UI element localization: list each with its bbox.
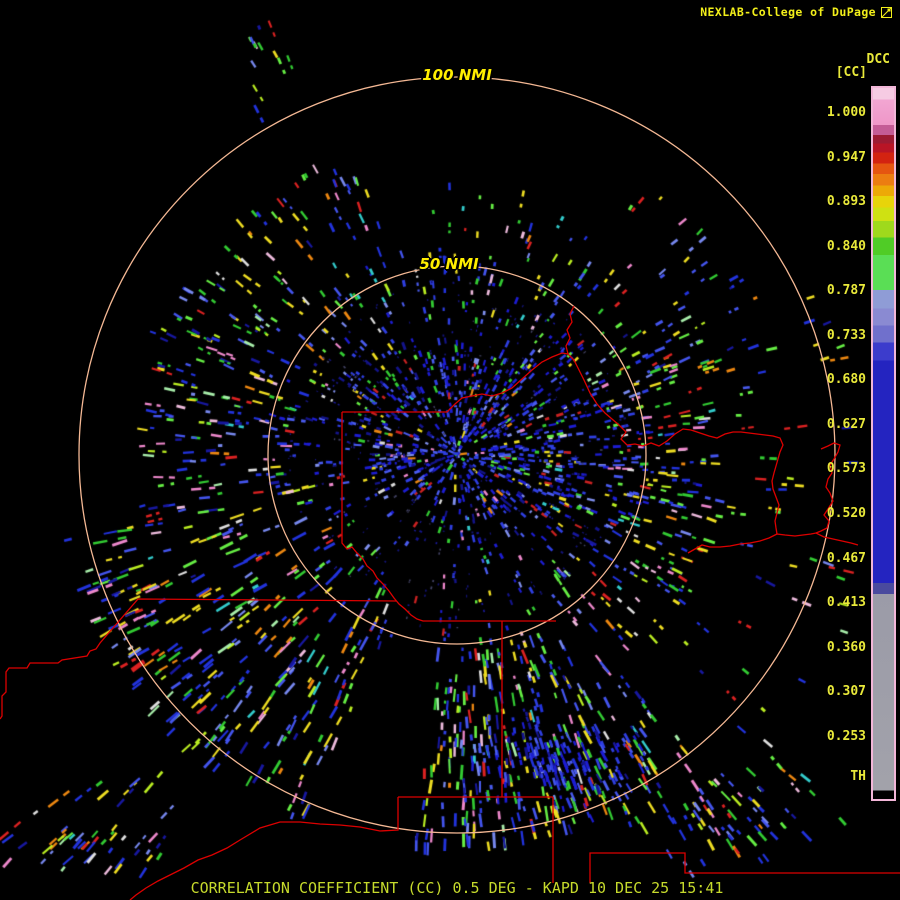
county-boundary-line — [565, 305, 575, 355]
colorbar-tick-label: 0.253 — [826, 728, 866, 744]
colorbar-tick-label: 0.413 — [826, 595, 866, 611]
app-title: NEXLAB-College of DuPage — [700, 5, 892, 19]
colorbar-tick-label: 0.573 — [826, 461, 866, 477]
colorbar-product-label: DCC — [866, 52, 890, 67]
status-bar: CORRELATION COEFFICIENT (CC) 0.5 DEG - K… — [190, 879, 724, 897]
colorbar-tick-label: 1.000 — [826, 105, 866, 120]
county-boundary-line — [341, 412, 556, 622]
colorbar — [871, 86, 896, 801]
colorbar-tick-label: 0.307 — [826, 684, 866, 700]
range-ring-50nmi — [267, 265, 647, 645]
colorbar-tick-label: 0.680 — [826, 372, 866, 388]
colorbar-tick-label: 0.947 — [826, 149, 866, 165]
colorbar-tick-label: 0.520 — [826, 505, 866, 521]
app-title-text: NEXLAB-College of DuPage — [700, 5, 876, 19]
colorbar-tick-label: 0.840 — [826, 238, 866, 254]
colorbar-tick-label: 0.360 — [826, 639, 866, 655]
county-boundary-line — [687, 533, 778, 554]
range-ring-label-50nmi: 50 NMI — [419, 255, 479, 273]
county-boundaries — [0, 305, 900, 900]
radar-display: 100 NMI 50 NMI NEXLAB-College of DuPage … — [0, 0, 900, 900]
colorbar-tick-label: 0.733 — [826, 327, 866, 343]
county-boundary-line — [0, 598, 397, 720]
map-overlay — [0, 76, 900, 900]
colorbar-threshold-label: TH — [850, 769, 866, 784]
broken-image-icon — [881, 6, 892, 18]
range-ring-label-100nmi: 100 NMI — [422, 66, 492, 84]
colorbar-tick-label: 0.627 — [826, 416, 866, 432]
county-boundary-line — [342, 352, 859, 546]
colorbar-units-label: [CC] — [835, 65, 867, 80]
range-ring-100nmi — [78, 76, 836, 834]
colorbar-tick-label: 0.787 — [826, 283, 866, 299]
colorbar-tick-label: 0.467 — [826, 550, 866, 566]
colorbar-tick-label: 0.893 — [826, 194, 866, 210]
